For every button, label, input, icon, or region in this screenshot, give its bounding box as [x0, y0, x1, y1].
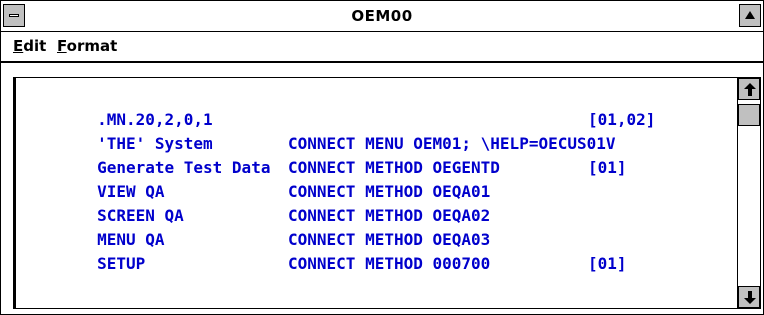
line-command: CONNECT METHOD 000700 — [288, 254, 491, 273]
text-content[interactable]: .MN.20,2,0,1 [01,02] 'THE' System CONNECT … — [20, 84, 730, 304]
scroll-down-arrow-icon[interactable] — [738, 286, 760, 308]
maximize-icon[interactable] — [739, 4, 761, 27]
line-command: CONNECT METHOD OEQA03 — [288, 230, 491, 249]
line-command: CONNECT METHOD OEQA02 — [288, 206, 491, 225]
text-line: SCREEN QA CONNECT METHOD OEQA02 — [20, 180, 490, 225]
line-command: CONNECT MENU OEM01; \HELP=OECUS01V — [288, 134, 616, 153]
text-line: SETUP CONNECT METHOD 000700 [01] — [20, 228, 626, 273]
scroll-thumb[interactable] — [738, 104, 760, 126]
scroll-up-arrow-icon[interactable] — [738, 78, 760, 100]
text-line: VIEW QA CONNECT METHOD OEQA01 — [20, 156, 490, 201]
line-tag: [01,02] — [588, 110, 656, 129]
line-tag: [01] — [588, 254, 627, 273]
menu-format[interactable]: Format — [57, 37, 117, 55]
system-menu-icon[interactable] — [3, 4, 25, 27]
line-tag: [01] — [588, 158, 627, 177]
window-title: OEM00 — [25, 1, 739, 31]
vertical-scrollbar[interactable] — [737, 78, 760, 308]
line-command: CONNECT METHOD OEGENTD — [288, 158, 500, 177]
text-line: MENU QA CONNECT METHOD OEQA03 — [20, 204, 490, 249]
window: OEM00 Edit Format .MN.20,2,0,1 [01,02] 'T… — [0, 0, 764, 315]
text-line: 'THE' System CONNECT MENU OEM01; \HELP=OE… — [20, 108, 615, 153]
text-line: .MN.20,2,0,1 [01,02] — [20, 84, 655, 129]
line-name: SETUP — [97, 254, 146, 273]
menu-edit[interactable]: Edit — [13, 37, 46, 55]
title-bar[interactable]: OEM00 — [1, 1, 763, 32]
menu-bar: Edit Format — [1, 32, 763, 63]
line-command: CONNECT METHOD OEQA01 — [288, 182, 491, 201]
text-line: Generate Test Data CONNECT METHOD OEGENTD… — [20, 132, 626, 177]
editor-area[interactable]: .MN.20,2,0,1 [01,02] 'THE' System CONNECT … — [13, 77, 761, 309]
